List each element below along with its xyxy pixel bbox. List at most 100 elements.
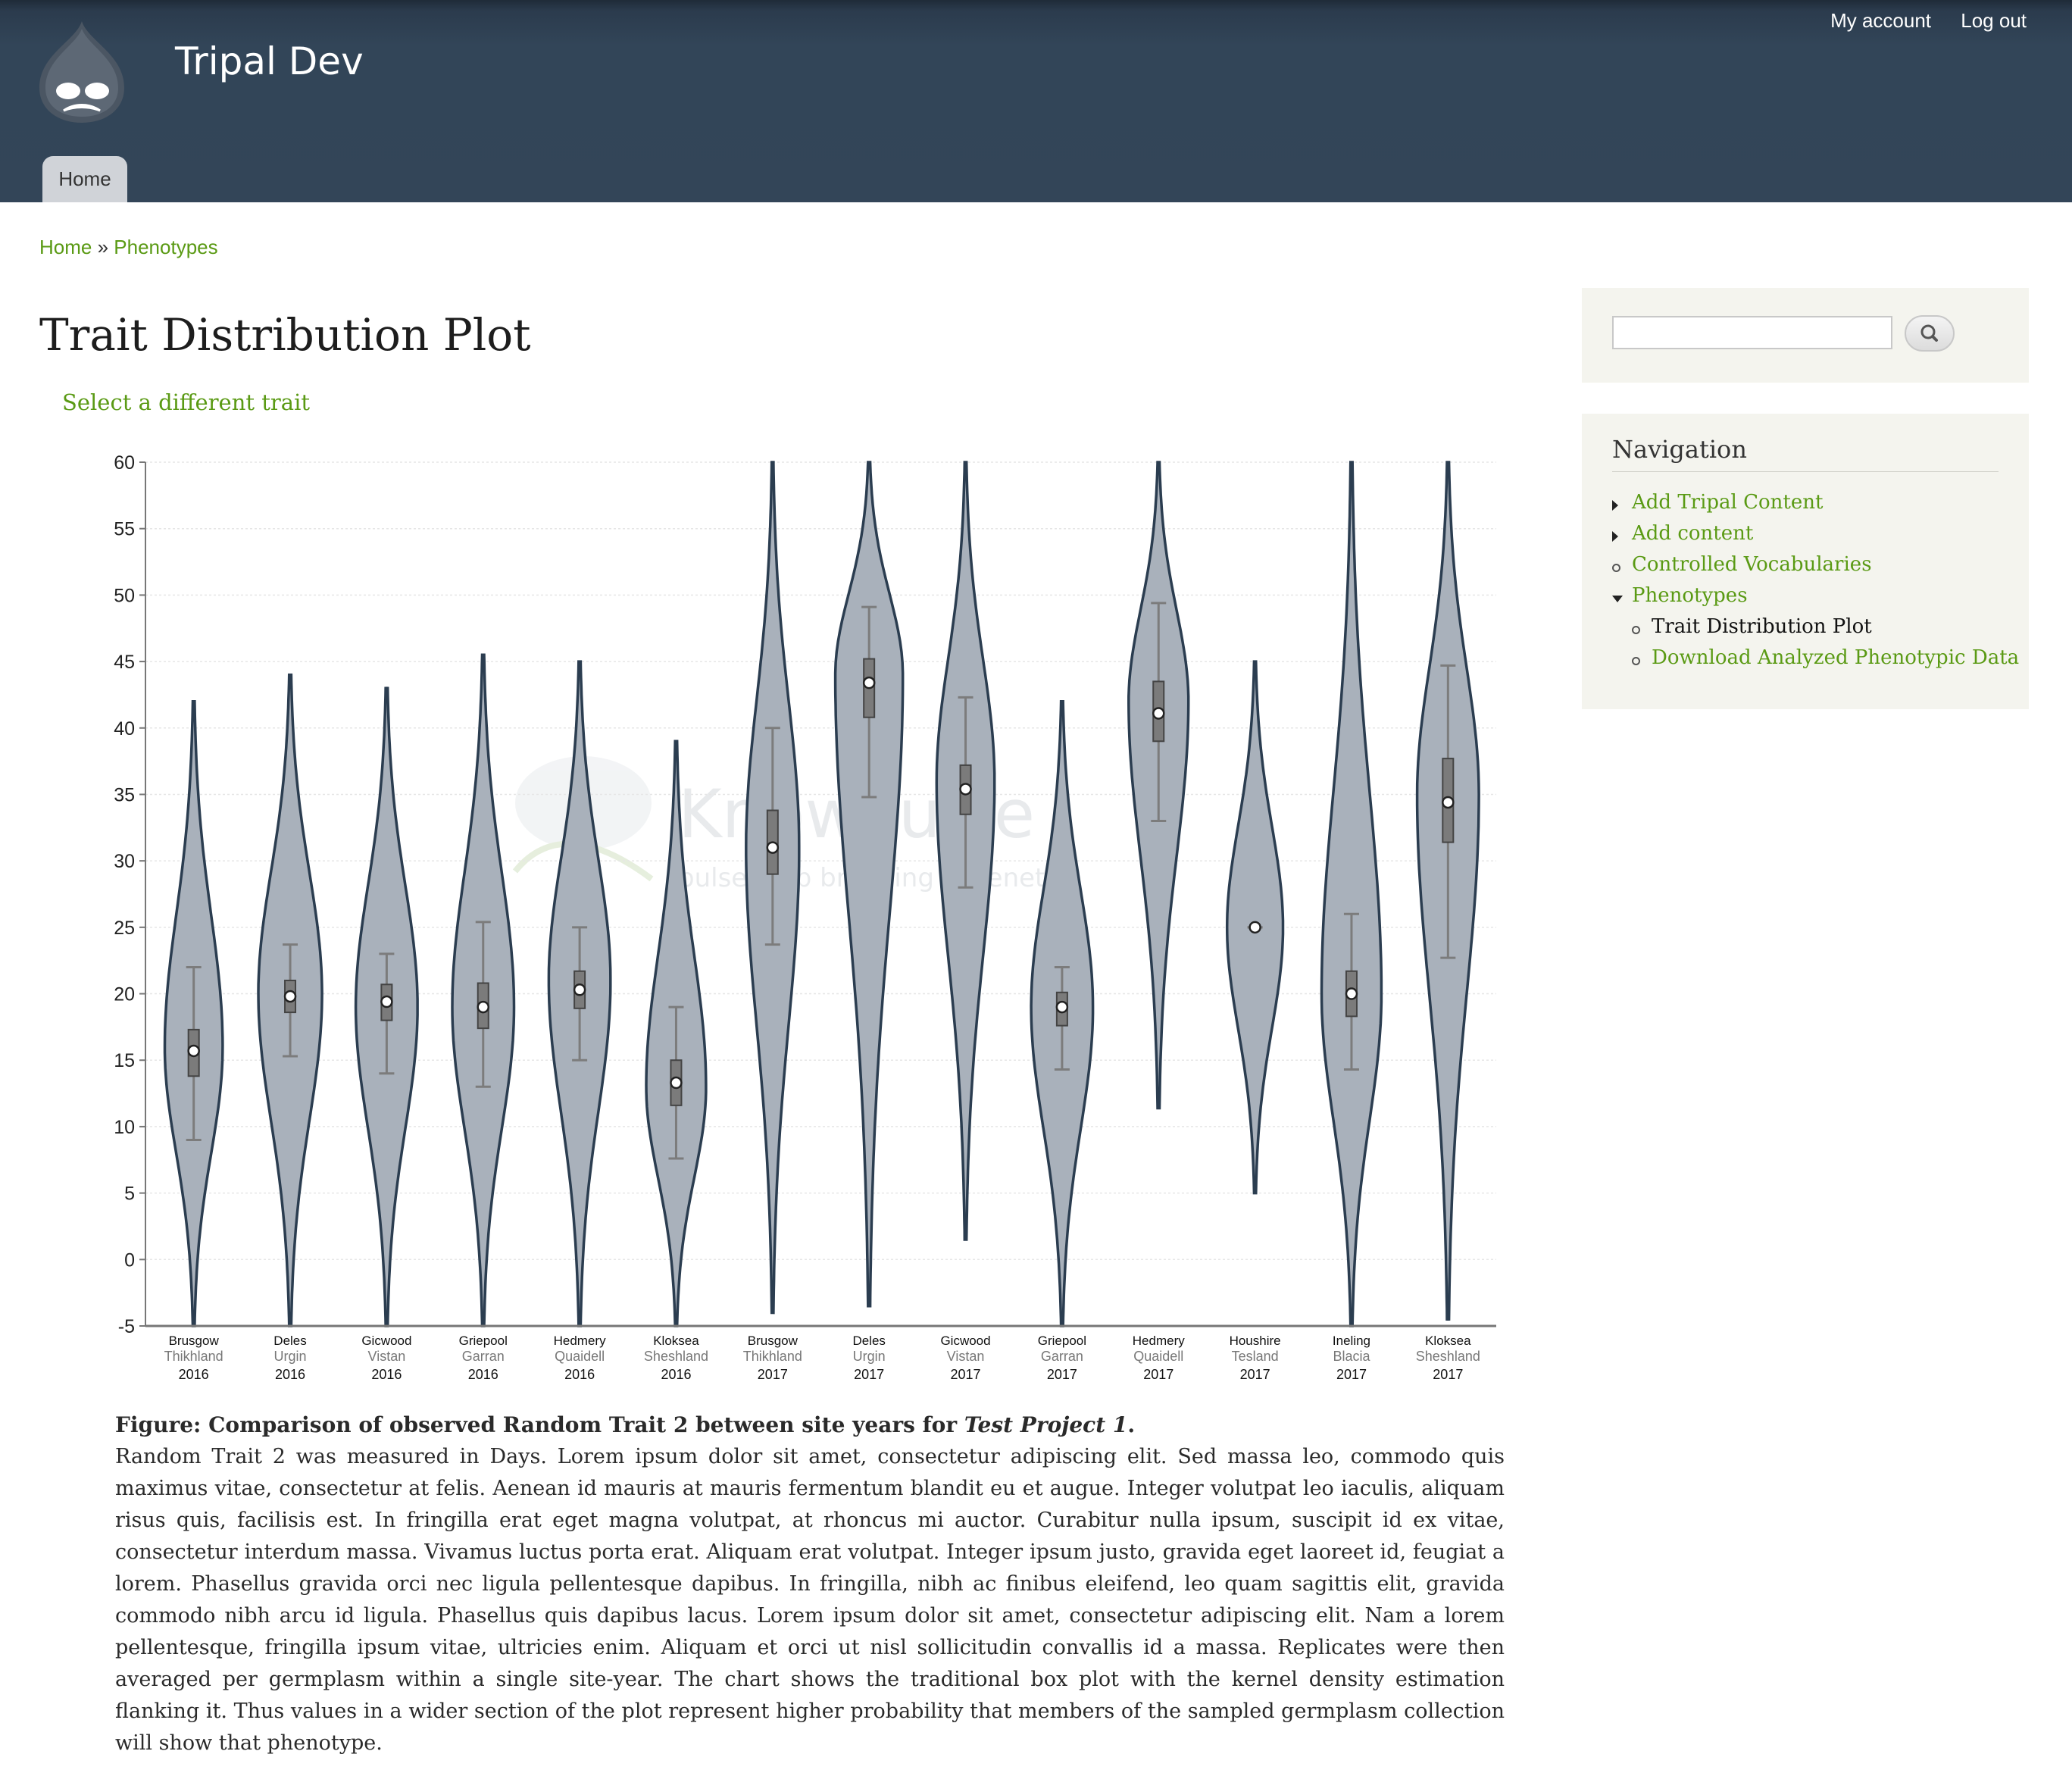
x-label-year: 2017 <box>951 1367 981 1382</box>
y-tick-label: 30 <box>114 851 135 872</box>
x-label-site: Vistan <box>947 1349 985 1364</box>
drupal-logo-icon[interactable] <box>35 18 129 124</box>
x-label-site: Quaidell <box>555 1349 605 1364</box>
x-label-germplasm: Griepool <box>1038 1334 1086 1348</box>
x-label-year: 2016 <box>468 1367 498 1382</box>
nav-item-label[interactable]: Trait Distribution Plot <box>1652 615 1872 638</box>
bullet-circle-icon <box>1612 564 1620 572</box>
nav-item-label[interactable]: Download Analyzed Phenotypic Data <box>1652 646 2019 669</box>
x-label-germplasm: Brusgow <box>748 1334 798 1348</box>
x-label-site: Thikhland <box>164 1349 223 1364</box>
x-label-site: Tesland <box>1232 1349 1279 1364</box>
x-label-germplasm: Gicwood <box>361 1334 411 1348</box>
x-label-germplasm: Kloksea <box>653 1334 699 1348</box>
violin-ineling-2017 <box>1320 461 1383 1327</box>
navigation-block: Navigation Add Tripal Content Add conten… <box>1582 414 2029 709</box>
nav-item-controlled-vocabularies[interactable]: Controlled Vocabularies <box>1612 553 1872 584</box>
median-point <box>1442 796 1455 809</box>
y-tick-label: 60 <box>114 452 135 474</box>
site-header: Tripal Dev My account Log out Home <box>0 0 2072 202</box>
median-point <box>380 995 393 1008</box>
y-tick-label: 50 <box>114 585 135 606</box>
x-label-year: 2016 <box>179 1367 209 1382</box>
x-label-year: 2017 <box>1433 1367 1463 1382</box>
bullet-circle-icon <box>1632 657 1640 665</box>
figure-title: Figure: Comparison of observed Random Tr… <box>115 1409 1505 1441</box>
user-menu: My account Log out <box>1806 9 2027 33</box>
x-label-germplasm: Brusgow <box>169 1334 220 1348</box>
x-label-germplasm: Hedmery <box>554 1334 606 1348</box>
figure-title-suffix: . <box>1127 1412 1136 1437</box>
violin-series <box>163 461 1480 1327</box>
x-label-site: Urgin <box>274 1349 307 1364</box>
x-label-site: Vistan <box>368 1349 406 1364</box>
nav-item-label[interactable]: Add content <box>1632 522 1753 545</box>
y-tick-label: 20 <box>114 984 135 1005</box>
nav-item-label[interactable]: Add Tripal Content <box>1632 491 1823 514</box>
x-label-year: 2017 <box>758 1367 788 1382</box>
page-title: Trait Distribution Plot <box>39 309 531 361</box>
nav-item-add-content[interactable]: Add content <box>1612 522 1753 553</box>
y-tick-label: 35 <box>114 784 135 805</box>
search-input[interactable] <box>1612 316 1892 349</box>
x-label-site: Blacia <box>1333 1349 1370 1364</box>
breadcrumb-phenotypes-link[interactable]: Phenotypes <box>114 236 217 258</box>
site-name[interactable]: Tripal Dev <box>175 39 364 83</box>
search-icon <box>1920 324 1938 342</box>
log-out-link[interactable]: Log out <box>1961 9 2027 32</box>
x-label-site: Garran <box>1041 1349 1083 1364</box>
y-tick-label: 45 <box>114 652 135 673</box>
nav-item-phenotypes[interactable]: Phenotypes <box>1612 584 1748 615</box>
x-label-germplasm: Griepool <box>459 1334 508 1348</box>
y-tick-label: 5 <box>124 1184 135 1205</box>
x-label-site: Garran <box>462 1349 505 1364</box>
x-label-site: Urgin <box>853 1349 886 1364</box>
x-label-year: 2016 <box>371 1367 402 1382</box>
violin-deles-2017 <box>833 461 905 1308</box>
x-label-site: Sheshland <box>644 1349 708 1364</box>
navigation-title: Navigation <box>1612 435 1999 472</box>
tab-home[interactable]: Home <box>42 156 127 202</box>
figure-project-name: Test Project 1 <box>964 1412 1128 1437</box>
y-tick-label: 10 <box>114 1117 135 1138</box>
x-label-site: Thikhland <box>743 1349 802 1364</box>
x-label-year: 2017 <box>1047 1367 1077 1382</box>
my-account-link[interactable]: My account <box>1830 9 1931 32</box>
figure-title-prefix: Figure: Comparison of observed Random Tr… <box>115 1412 958 1437</box>
trait-distribution-chart: KnowPulse pulse crop breeding & genetics… <box>114 452 1496 1382</box>
chart-axes: -5051015202530354045505560BrusgowThikhla… <box>114 452 1496 1382</box>
chart-grid <box>145 461 1496 1261</box>
x-label-germplasm: Kloksea <box>1425 1334 1471 1348</box>
median-point <box>1055 1000 1069 1014</box>
x-label-germplasm: Deles <box>852 1334 885 1348</box>
y-tick-label: 25 <box>114 918 135 939</box>
x-label-year: 2017 <box>854 1367 884 1382</box>
breadcrumb: Home » Phenotypes <box>39 236 218 259</box>
median-point <box>187 1044 200 1058</box>
x-label-year: 2016 <box>564 1367 595 1382</box>
median-point <box>573 983 586 996</box>
median-point <box>959 783 972 796</box>
median-point <box>766 841 780 854</box>
x-label-germplasm: Deles <box>273 1334 306 1348</box>
nav-item-add-tripal-content[interactable]: Add Tripal Content <box>1612 491 1823 522</box>
breadcrumb-separator: » <box>97 236 109 258</box>
nav-item-label[interactable]: Phenotypes <box>1632 584 1748 607</box>
select-different-trait-link[interactable]: Select a different trait <box>62 389 310 415</box>
y-tick-label: 15 <box>114 1050 135 1071</box>
y-tick-label: 40 <box>114 718 135 740</box>
y-tick-label: 55 <box>114 519 135 540</box>
x-label-germplasm: Ineling <box>1333 1334 1370 1348</box>
expand-arrow-icon <box>1612 531 1618 542</box>
x-label-site: Quaidell <box>1133 1349 1183 1364</box>
median-point <box>1249 921 1261 934</box>
x-label-year: 2016 <box>661 1367 691 1382</box>
bullet-circle-icon <box>1632 626 1640 634</box>
figure-description: Random Trait 2 was measured in Days. Lor… <box>115 1445 1505 1755</box>
nav-item-label[interactable]: Controlled Vocabularies <box>1632 553 1872 576</box>
median-point <box>477 1000 489 1014</box>
x-label-year: 2017 <box>1240 1367 1270 1382</box>
x-label-germplasm: Gicwood <box>940 1334 990 1348</box>
breadcrumb-home-link[interactable]: Home <box>39 236 92 258</box>
search-button[interactable] <box>1905 315 1955 352</box>
